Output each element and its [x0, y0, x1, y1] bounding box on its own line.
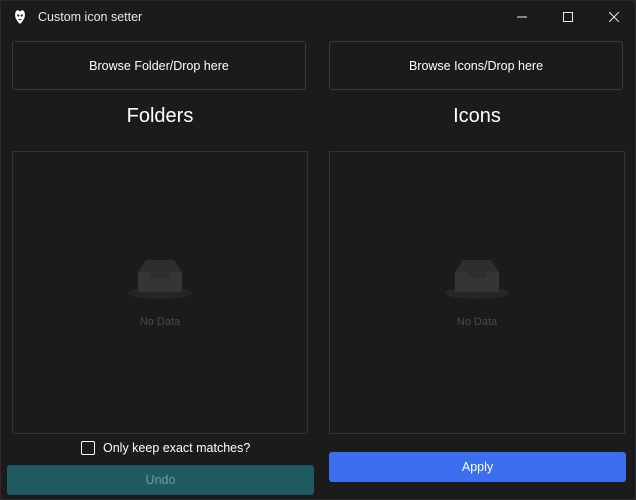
folders-list[interactable]: No Data	[12, 151, 308, 434]
maximize-button[interactable]	[545, 1, 591, 33]
close-button[interactable]	[591, 1, 636, 33]
close-icon	[609, 12, 619, 22]
icons-empty-state: No Data	[330, 256, 624, 329]
apply-button[interactable]: Apply	[329, 452, 626, 482]
app-window: Custom icon setter Browse Folder/Drop he…	[0, 0, 636, 500]
icons-empty-text: No Data	[456, 316, 498, 328]
minimize-icon	[517, 12, 527, 22]
folders-empty-text: No Data	[139, 316, 181, 328]
exact-matches-option[interactable]: Only keep exact matches?	[81, 439, 250, 457]
exact-matches-checkbox[interactable]	[81, 441, 95, 455]
icons-heading: Icons	[453, 105, 501, 127]
window-title: Custom icon setter	[38, 10, 143, 24]
browse-folder-button[interactable]: Browse Folder/Drop here	[12, 41, 306, 90]
browse-icons-button[interactable]: Browse Icons/Drop here	[329, 41, 623, 90]
maximize-icon	[563, 12, 573, 22]
title-bar[interactable]: Custom icon setter	[1, 1, 636, 33]
icons-list[interactable]: No Data	[329, 151, 625, 434]
folders-heading: Folders	[126, 105, 194, 127]
folders-empty-state: No Data	[13, 256, 307, 329]
empty-inbox-icon	[127, 256, 193, 305]
minimize-button[interactable]	[499, 1, 545, 33]
undo-button[interactable]: Undo	[7, 465, 314, 495]
empty-inbox-icon	[444, 256, 510, 305]
exact-matches-label: Only keep exact matches?	[103, 441, 251, 455]
app-logo-icon	[13, 9, 27, 25]
